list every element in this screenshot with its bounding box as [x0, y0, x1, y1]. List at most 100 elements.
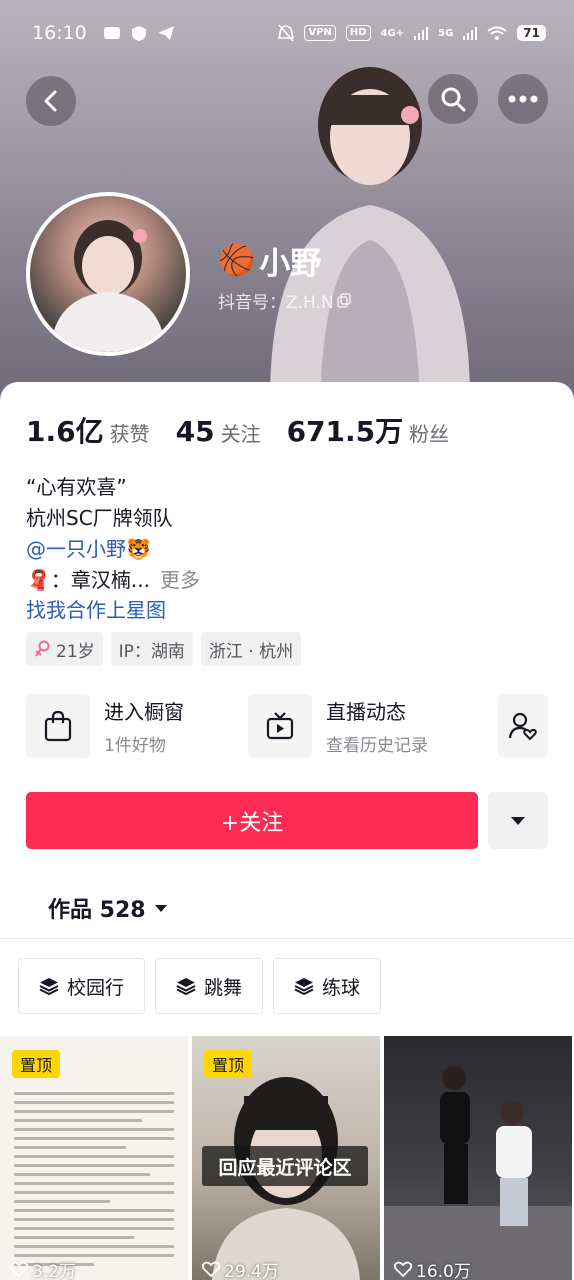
network-4g: 4G+	[380, 27, 405, 39]
stat-label: 获赞	[109, 422, 150, 446]
collection-chip[interactable]: 练球	[273, 958, 382, 1014]
like-count: 3.2万	[10, 1258, 76, 1280]
profile-name: 小野	[259, 246, 322, 282]
basketball-icon: 🏀	[218, 243, 256, 278]
collection-chip[interactable]: 校园行	[18, 958, 146, 1014]
back-button[interactable]	[26, 76, 76, 126]
ellipsis-icon	[508, 95, 538, 103]
stat-likes[interactable]: 1.6亿 获赞	[26, 410, 150, 450]
caret-down-icon	[154, 904, 167, 912]
notification-icon	[103, 27, 120, 39]
mute-bell-icon	[278, 24, 295, 42]
stat-following[interactable]: 45 关注	[176, 415, 261, 448]
bio-more-link[interactable]: 更多	[160, 568, 200, 592]
entry-title: 直播动态	[326, 700, 406, 724]
more-options-button[interactable]	[498, 74, 548, 124]
battery-indicator: 71	[517, 25, 546, 41]
entry-icon-box	[26, 694, 90, 758]
like-count-text: 16.0万	[416, 1261, 471, 1280]
user-heart-icon	[508, 712, 537, 741]
stat-label: 关注	[220, 422, 261, 446]
female-icon	[35, 640, 50, 657]
tag-text: 浙江 · 杭州	[208, 641, 294, 662]
like-count: 16.0万	[394, 1258, 471, 1280]
live-history-entry[interactable]: 直播动态 查看历史记录	[248, 694, 428, 758]
shield-icon	[131, 25, 146, 41]
shop-window-entry[interactable]: 进入橱窗 1件好物	[26, 694, 184, 758]
chip-label: 练球	[322, 976, 361, 999]
heart-icon	[202, 1261, 220, 1277]
star-map-link[interactable]: 找我合作上星图	[26, 594, 166, 623]
name-row: 🏀 小野	[218, 238, 321, 283]
status-bar: 16:10 VPN HD 4G+ 5G 71	[0, 0, 574, 66]
bio-line: 🧣：章汉楠... 更多	[26, 565, 200, 596]
scarf-icon: 🧣	[26, 568, 51, 592]
network-5g: 5G	[438, 27, 454, 39]
bio-line-text: ：章汉楠...	[50, 568, 150, 592]
stat-label: 粉丝	[409, 422, 450, 446]
douyin-id[interactable]: 抖音号：Z.H.N	[218, 288, 352, 313]
friend-entry[interactable]	[498, 694, 548, 758]
stat-number: 45	[175, 415, 215, 448]
avatar-photo	[50, 220, 166, 352]
shopping-bag-icon	[44, 710, 72, 742]
profile-banner: 16:10 VPN HD 4G+ 5G 71 🏀 小野 抖音号：Z.H.N	[0, 0, 574, 400]
avatar[interactable]	[26, 192, 190, 356]
chip-label: 跳舞	[204, 976, 243, 999]
tag-ip: IP：湖南	[110, 632, 193, 666]
signal-icon	[414, 27, 429, 40]
divider	[0, 938, 574, 939]
hd-indicator: HD	[345, 25, 371, 41]
search-icon	[441, 87, 466, 112]
entry-row: 进入橱窗 1件好物 直播动态 查看历史记录	[26, 694, 548, 760]
layers-icon	[294, 978, 314, 995]
like-count: 29.4万	[202, 1258, 279, 1280]
caret-down-icon	[511, 816, 525, 825]
entry-subtitle: 查看历史记录	[326, 736, 428, 756]
search-button[interactable]	[428, 74, 478, 124]
follow-button[interactable]: +关注	[26, 792, 478, 849]
video-thumbnail[interactable]: 置顶 回应最近评论区 29.4万	[192, 1036, 380, 1280]
collection-chip[interactable]: 跳舞	[155, 958, 264, 1014]
bio-mention-link[interactable]: @一只小野🐯	[26, 534, 200, 565]
video-thumbnail[interactable]: 置顶 3.2万	[0, 1036, 188, 1280]
stat-number: 1.6亿	[26, 415, 104, 448]
layers-icon	[39, 978, 59, 995]
copy-icon[interactable]	[336, 292, 352, 309]
telegram-icon	[157, 26, 174, 40]
like-count-text: 29.4万	[224, 1261, 279, 1280]
chip-label: 校园行	[67, 976, 125, 999]
tab-works[interactable]: 作品 528	[48, 892, 168, 924]
layers-icon	[176, 978, 196, 995]
signal-icon	[463, 27, 478, 40]
works-label: 作品 528	[48, 898, 146, 923]
tag-text: IP：湖南	[118, 641, 185, 662]
entry-icon-box	[248, 694, 312, 758]
tag-location: 浙江 · 杭州	[200, 632, 302, 666]
document-preview	[14, 1086, 174, 1272]
douyin-id-text: 抖音号：Z.H.N	[218, 293, 334, 313]
entry-subtitle: 1件好物	[104, 736, 166, 756]
heart-icon	[10, 1261, 28, 1277]
profile-card: 1.6亿 获赞 45 关注 671.5万 粉丝 “心有欢喜” 杭州SC厂牌领队 …	[0, 382, 574, 1280]
video-frame	[384, 1066, 572, 1280]
tag-text: 21岁	[56, 641, 95, 662]
chevron-left-icon	[44, 90, 57, 112]
stat-followers[interactable]: 671.5万 粉丝	[287, 410, 450, 450]
bio-line: “心有欢喜”	[26, 475, 127, 499]
bio: “心有欢喜” 杭州SC厂牌领队 @一只小野🐯 🧣：章汉楠... 更多	[26, 472, 200, 596]
vpn-indicator: VPN	[304, 25, 336, 41]
stats-row: 1.6亿 获赞 45 关注 671.5万 粉丝	[26, 410, 449, 450]
stat-number: 671.5万	[286, 415, 404, 448]
bio-line: 杭州SC厂牌领队	[26, 506, 173, 530]
video-thumbnail[interactable]: 16.0万	[384, 1036, 572, 1280]
video-caption: 回应最近评论区	[202, 1146, 368, 1186]
tv-icon	[266, 712, 294, 740]
pinned-badge: 置顶	[204, 1050, 253, 1078]
status-time: 16:10	[32, 22, 87, 44]
heart-icon	[394, 1261, 412, 1277]
collection-chips: 校园行 跳舞 练球	[18, 958, 382, 1014]
follow-dropdown-button[interactable]	[488, 792, 548, 849]
like-count-text: 3.2万	[32, 1261, 77, 1280]
tag-age: 21岁	[26, 632, 103, 666]
